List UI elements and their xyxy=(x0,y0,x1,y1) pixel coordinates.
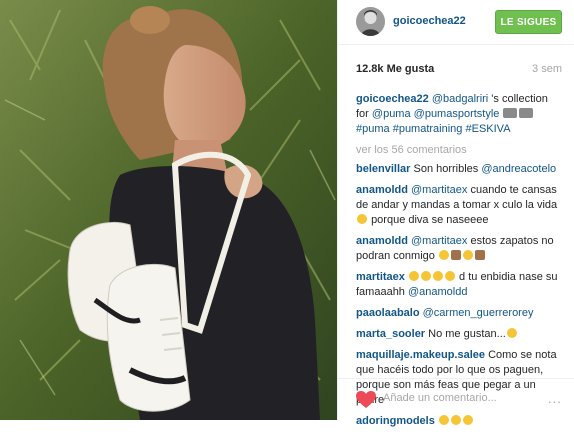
emoji-icon xyxy=(450,250,461,260)
likes-row: 12.8k Me gusta 3 sem xyxy=(356,63,562,77)
comment-mention[interactable]: @andreacotelo xyxy=(481,163,556,175)
emoji-icon xyxy=(357,214,367,224)
heart-icon[interactable] xyxy=(356,391,376,409)
instagram-post: goicoechea22 LE SIGUES 12.8k Me gusta 3 … xyxy=(0,0,574,427)
comment-footer: Añade un comentario... ... xyxy=(338,378,574,421)
comment-username[interactable]: anamoldd xyxy=(356,184,408,196)
more-options-icon[interactable]: ... xyxy=(548,391,562,406)
caption-hashtag[interactable]: #pumatraining xyxy=(393,123,463,135)
emoji-icon xyxy=(420,271,431,281)
photo-illustration xyxy=(0,0,337,420)
emoji-icon xyxy=(438,250,449,260)
post-time[interactable]: 3 sem xyxy=(532,63,562,75)
caption-mention[interactable]: @badgalriri xyxy=(432,93,488,105)
emoji-icon xyxy=(503,108,518,118)
emoji-icon xyxy=(444,271,455,281)
caption: goicoechea22 @badgalriri 's collection f… xyxy=(356,92,562,137)
caption-mention[interactable]: @puma xyxy=(372,108,411,120)
post-photo[interactable] xyxy=(0,0,337,420)
emoji-icon xyxy=(519,108,534,118)
comment: belenvillar Son horribles @andreacotelo xyxy=(356,162,562,177)
comment-input[interactable]: Añade un comentario... xyxy=(383,392,497,404)
emoji-icon xyxy=(408,271,419,281)
comment: anamoldd @martitaex estos zapatos no pod… xyxy=(356,234,562,264)
post-header: goicoechea22 LE SIGUES xyxy=(338,0,574,45)
comment-username[interactable]: maquillaje.makeup.salee xyxy=(356,349,485,361)
caption-mention[interactable]: @pumasportstyle xyxy=(414,108,500,120)
comment-mention[interactable]: @martitaex xyxy=(411,184,467,196)
comment-mention[interactable]: @carmen_guerrerorey xyxy=(423,307,534,319)
avatar[interactable] xyxy=(356,7,385,36)
comment: paaolaabalo @carmen_guerrerorey xyxy=(356,306,562,321)
emoji-icon xyxy=(432,271,443,281)
caption-space xyxy=(499,108,502,120)
post-panel: goicoechea22 LE SIGUES 12.8k Me gusta 3 … xyxy=(337,0,574,427)
comment: martitaex d tu enbidia nase su famaaahh … xyxy=(356,270,562,300)
emoji-icon xyxy=(474,250,485,260)
comment-text: Son horribles xyxy=(413,163,482,175)
emoji-icon xyxy=(462,250,473,260)
comment-username[interactable]: anamoldd xyxy=(356,235,408,247)
caption-username[interactable]: goicoechea22 xyxy=(356,93,429,105)
emoji-icon xyxy=(506,328,517,338)
view-more-comments[interactable]: ver los 56 comentarios xyxy=(356,143,562,158)
comment-mention[interactable]: @martitaex xyxy=(411,235,467,247)
comment: anamoldd @martitaex cuando te cansas de … xyxy=(356,183,562,228)
avatar-image xyxy=(356,7,385,36)
comment-username[interactable]: martitaex xyxy=(356,271,405,283)
comment-username[interactable]: paaolaabalo xyxy=(356,307,420,319)
comment-text: No me gustan... xyxy=(428,328,506,340)
comment: marta_sooler No me gustan... xyxy=(356,327,562,342)
following-button[interactable]: LE SIGUES xyxy=(495,10,562,34)
header-username[interactable]: goicoechea22 xyxy=(393,15,466,27)
comment-text: porque diva se naseeee xyxy=(371,214,489,226)
caption-hashtag[interactable]: #ESKIVA xyxy=(465,123,510,135)
comment-mention[interactable]: @anamoldd xyxy=(408,286,467,298)
caption-hashtag[interactable]: #puma xyxy=(356,123,390,135)
comment-username[interactable]: belenvillar xyxy=(356,163,410,175)
comment-username[interactable]: marta_sooler xyxy=(356,328,425,340)
like-count[interactable]: 12.8k Me gusta xyxy=(356,63,434,75)
